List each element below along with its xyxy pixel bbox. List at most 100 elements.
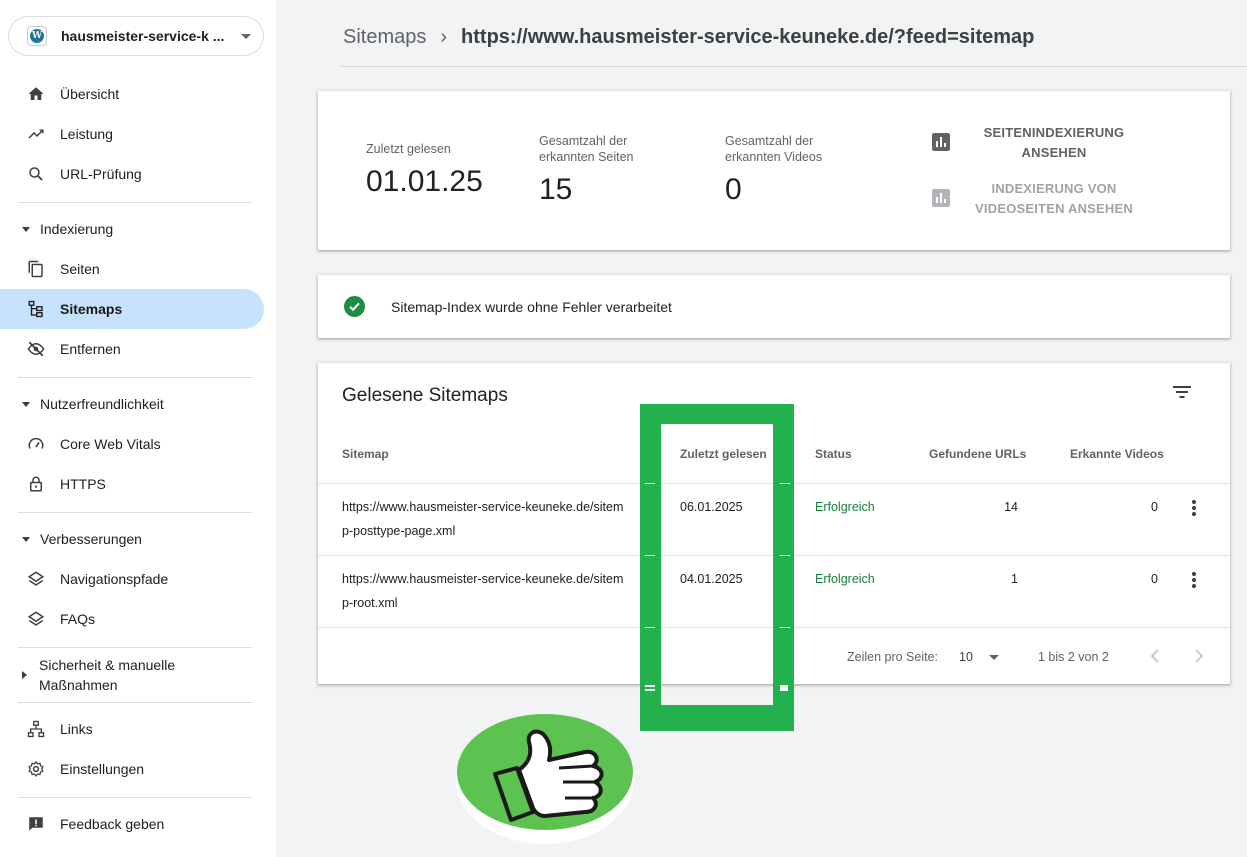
collapse-icon bbox=[22, 226, 30, 232]
expand-icon bbox=[22, 671, 27, 679]
found-urls: 14 bbox=[1004, 500, 1018, 514]
divider bbox=[18, 377, 252, 378]
divider bbox=[18, 512, 252, 513]
sidebar-item-https[interactable]: HTTPS bbox=[0, 464, 264, 504]
search-icon bbox=[26, 164, 46, 184]
column-header-sitemap[interactable]: Sitemap bbox=[342, 447, 389, 461]
rows-per-page-select[interactable]: 10 bbox=[959, 650, 973, 664]
section-security[interactable]: Sicherheit & manuelle Maßnahmen bbox=[0, 655, 264, 695]
table-title: Gelesene Sitemaps bbox=[342, 385, 508, 406]
chevron-down-icon[interactable] bbox=[989, 655, 999, 660]
sidebar-item-settings[interactable]: Einstellungen bbox=[0, 749, 264, 789]
visibility-off-icon bbox=[26, 339, 46, 359]
last-read-label: Zuletzt gelesen bbox=[366, 142, 451, 156]
sidebar-item-links[interactable]: Links bbox=[0, 709, 264, 749]
divider bbox=[18, 647, 252, 648]
section-label: Verbesserungen bbox=[40, 531, 142, 547]
layers-icon bbox=[26, 569, 46, 589]
column-header-detected-videos[interactable]: Erkannte Videos bbox=[1070, 447, 1164, 461]
pages-value: 15 bbox=[539, 173, 573, 206]
sidebar-item-label: HTTPS bbox=[60, 476, 106, 492]
column-header-status[interactable]: Status bbox=[815, 447, 852, 461]
videos-label: Gesamtzahl der erkannten Videos bbox=[725, 133, 822, 165]
sidebar-item-label: Navigationspfade bbox=[60, 571, 169, 587]
sidebar-item-label: Core Web Vitals bbox=[60, 436, 161, 452]
highlight-tick bbox=[780, 685, 788, 691]
pages-label: Gesamtzahl der erkannten Seiten bbox=[539, 133, 634, 165]
sidebar-item-label: FAQs bbox=[60, 611, 96, 627]
chevron-left-icon[interactable] bbox=[1150, 649, 1160, 663]
wordpress-icon: W bbox=[27, 26, 47, 46]
video-indexing-link: INDEXIERUNG VON VIDEOSEITEN ANSEHEN bbox=[964, 179, 1144, 219]
sidebar-item-label: URL-Prüfung bbox=[60, 166, 142, 182]
sidebar-item-core-web-vitals[interactable]: Core Web Vitals bbox=[0, 424, 264, 464]
divider bbox=[18, 202, 252, 203]
property-selector[interactable]: W hausmeister-service-k ... bbox=[8, 16, 264, 56]
sidebar-item-faqs[interactable]: FAQs bbox=[0, 599, 264, 639]
status-badge: Erfolgreich bbox=[815, 572, 875, 586]
highlight-tick bbox=[645, 483, 655, 484]
sidebar-item-label: Einstellungen bbox=[60, 761, 145, 777]
summary-card: Zuletzt gelesen 01.01.25 Gesamtzahl der … bbox=[318, 91, 1230, 250]
status-badge: Erfolgreich bbox=[815, 500, 875, 514]
detected-videos: 0 bbox=[1151, 500, 1158, 514]
sitemap-icon bbox=[26, 299, 46, 319]
more-vert-icon[interactable] bbox=[1192, 500, 1196, 518]
sitemap-url-line: https://www.hausmeister-service-keuneke.… bbox=[342, 572, 624, 586]
highlight-frame bbox=[640, 404, 794, 731]
breadcrumb-parent[interactable]: Sitemaps bbox=[343, 26, 426, 49]
sitemap-url-line: https://www.hausmeister-service-keuneke.… bbox=[342, 500, 624, 514]
home-icon bbox=[26, 84, 46, 104]
lock-icon bbox=[26, 474, 46, 494]
videos-label-line: erkannten Videos bbox=[725, 150, 823, 164]
sidebar-item-url-inspection[interactable]: URL-Prüfung bbox=[0, 154, 264, 194]
sidebar-item-label: Links bbox=[60, 721, 93, 737]
column-header-found-urls[interactable]: Gefundene URLs bbox=[929, 447, 1026, 461]
pages-icon bbox=[26, 259, 46, 279]
sitemap-url: https://www.hausmeister-service-keuneke.… bbox=[342, 567, 623, 615]
sidebar-item-feedback[interactable]: Feedback geben bbox=[0, 804, 264, 844]
link-text: VIDEOSEITEN ANSEHEN bbox=[975, 201, 1133, 216]
speedometer-icon bbox=[26, 434, 46, 454]
bar-chart-icon bbox=[932, 133, 950, 151]
layers-icon bbox=[26, 609, 46, 629]
sitemap-url: https://www.hausmeister-service-keuneke.… bbox=[342, 495, 623, 543]
chevron-right-icon[interactable] bbox=[1194, 649, 1204, 663]
pages-label-line: Gesamtzahl der bbox=[539, 134, 628, 148]
status-message: Sitemap-Index wurde ohne Fehler verarbei… bbox=[391, 298, 672, 315]
status-card: Sitemap-Index wurde ohne Fehler verarbei… bbox=[318, 275, 1230, 338]
last-read-value: 01.01.25 bbox=[366, 165, 483, 198]
breadcrumb: Sitemaps › https://www.hausmeister-servi… bbox=[343, 24, 1034, 50]
sitemap-url-line: p-posttype-page.xml bbox=[342, 524, 456, 538]
feedback-icon bbox=[26, 814, 46, 834]
sidebar-item-label: Feedback geben bbox=[60, 816, 165, 832]
link-text: INDEXIERUNG VON bbox=[991, 181, 1117, 196]
divider bbox=[18, 797, 252, 798]
sidebar-item-sitemaps[interactable]: Sitemaps bbox=[0, 289, 264, 329]
sidebar-item-performance[interactable]: Leistung bbox=[0, 114, 264, 154]
page-indexing-link[interactable]: SEITENINDEXIERUNG ANSEHEN bbox=[974, 123, 1134, 163]
sidebar-item-removals[interactable]: Entfernen bbox=[0, 329, 264, 369]
chevron-right-icon: › bbox=[440, 25, 448, 48]
sidebar-item-pages[interactable]: Seiten bbox=[0, 249, 264, 289]
gear-icon bbox=[26, 759, 46, 779]
sidebar-item-overview[interactable]: Übersicht bbox=[0, 74, 264, 114]
links-icon bbox=[26, 719, 46, 739]
sidebar-item-label: Seiten bbox=[60, 261, 100, 277]
highlight-tick bbox=[645, 627, 655, 628]
sidebar-item-label: Entfernen bbox=[60, 341, 121, 357]
thumbs-up-icon bbox=[456, 714, 634, 844]
page-title: https://www.hausmeister-service-keuneke.… bbox=[461, 25, 1035, 48]
pagination-range: 1 bis 2 von 2 bbox=[1038, 650, 1109, 664]
section-enhancements[interactable]: Verbesserungen bbox=[0, 529, 264, 549]
divider bbox=[18, 702, 252, 703]
section-experience[interactable]: Nutzerfreundlichkeit bbox=[0, 394, 264, 414]
filter-icon[interactable] bbox=[1173, 385, 1191, 399]
pages-label-line: erkannten Seiten bbox=[539, 150, 634, 164]
highlight-tick bbox=[645, 555, 655, 556]
link-text: SEITENINDEXIERUNG bbox=[983, 125, 1125, 140]
section-indexing[interactable]: Indexierung bbox=[0, 219, 264, 239]
sidebar-item-breadcrumbs[interactable]: Navigationspfade bbox=[0, 559, 264, 599]
more-vert-icon[interactable] bbox=[1192, 572, 1196, 590]
trending-up-icon bbox=[26, 124, 46, 144]
